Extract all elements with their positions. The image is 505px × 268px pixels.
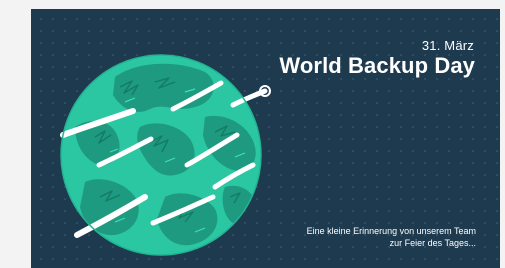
banner-subtitle-line-2: zur Feier des Tages... <box>389 238 476 248</box>
banner-subtitle-line-1: Eine kleine Erinnerung von unserem Team <box>306 226 476 236</box>
banner-date: 31. März <box>421 38 474 53</box>
world-backup-day-banner: 31. März World Backup Day Eine kleine Er… <box>31 9 500 268</box>
banner-title: World Backup Day <box>279 53 475 78</box>
banner-subtitle: Eine kleine Erinnerung von unserem Team … <box>246 225 476 249</box>
globe-icon <box>55 47 275 267</box>
